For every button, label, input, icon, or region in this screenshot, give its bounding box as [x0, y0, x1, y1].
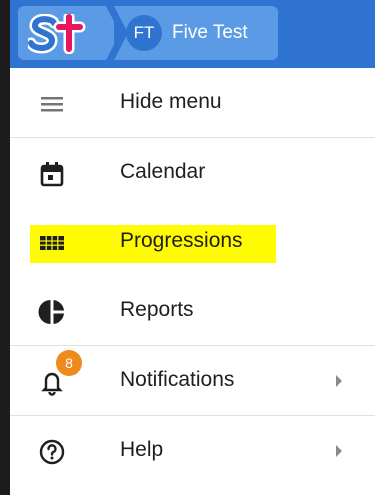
logo-button[interactable]: st	[18, 6, 106, 60]
breadcrumb: st FT Five Test	[18, 6, 278, 60]
chevron-right-icon	[336, 445, 342, 457]
menu-item-hide-menu[interactable]: Hide menu	[10, 68, 375, 138]
help-circle-icon	[39, 439, 65, 465]
menu-item-label: Hide menu	[120, 90, 222, 113]
menu-item-help[interactable]: Help	[10, 416, 375, 485]
grid-icon	[40, 236, 64, 250]
avatar: FT	[126, 15, 162, 51]
menu-item-progressions[interactable]: Progressions	[10, 207, 375, 276]
menu-item-label: Reports	[120, 298, 194, 321]
menu-item-label: Notifications	[120, 368, 235, 391]
side-menu: Hide menu Calendar Progressions Reports …	[10, 68, 375, 485]
menu-item-notifications[interactable]: 8 Notifications	[10, 346, 375, 416]
menu-item-label: Help	[120, 438, 164, 461]
menu-item-label: Progressions	[120, 229, 243, 252]
menu-item-label: Calendar	[120, 160, 206, 183]
calendar-icon	[40, 162, 64, 187]
menu-item-calendar[interactable]: Calendar	[10, 138, 375, 207]
app-header: st FT Five Test	[10, 0, 375, 68]
user-name: Five Test	[172, 22, 248, 43]
logo-icon: st	[28, 14, 86, 54]
hamburger-icon	[41, 97, 63, 112]
pie-chart-icon	[38, 300, 64, 324]
window-edge	[0, 0, 10, 495]
notification-count-badge: 8	[56, 350, 82, 376]
menu-item-reports[interactable]: Reports	[10, 276, 375, 346]
chevron-right-icon	[336, 375, 342, 387]
